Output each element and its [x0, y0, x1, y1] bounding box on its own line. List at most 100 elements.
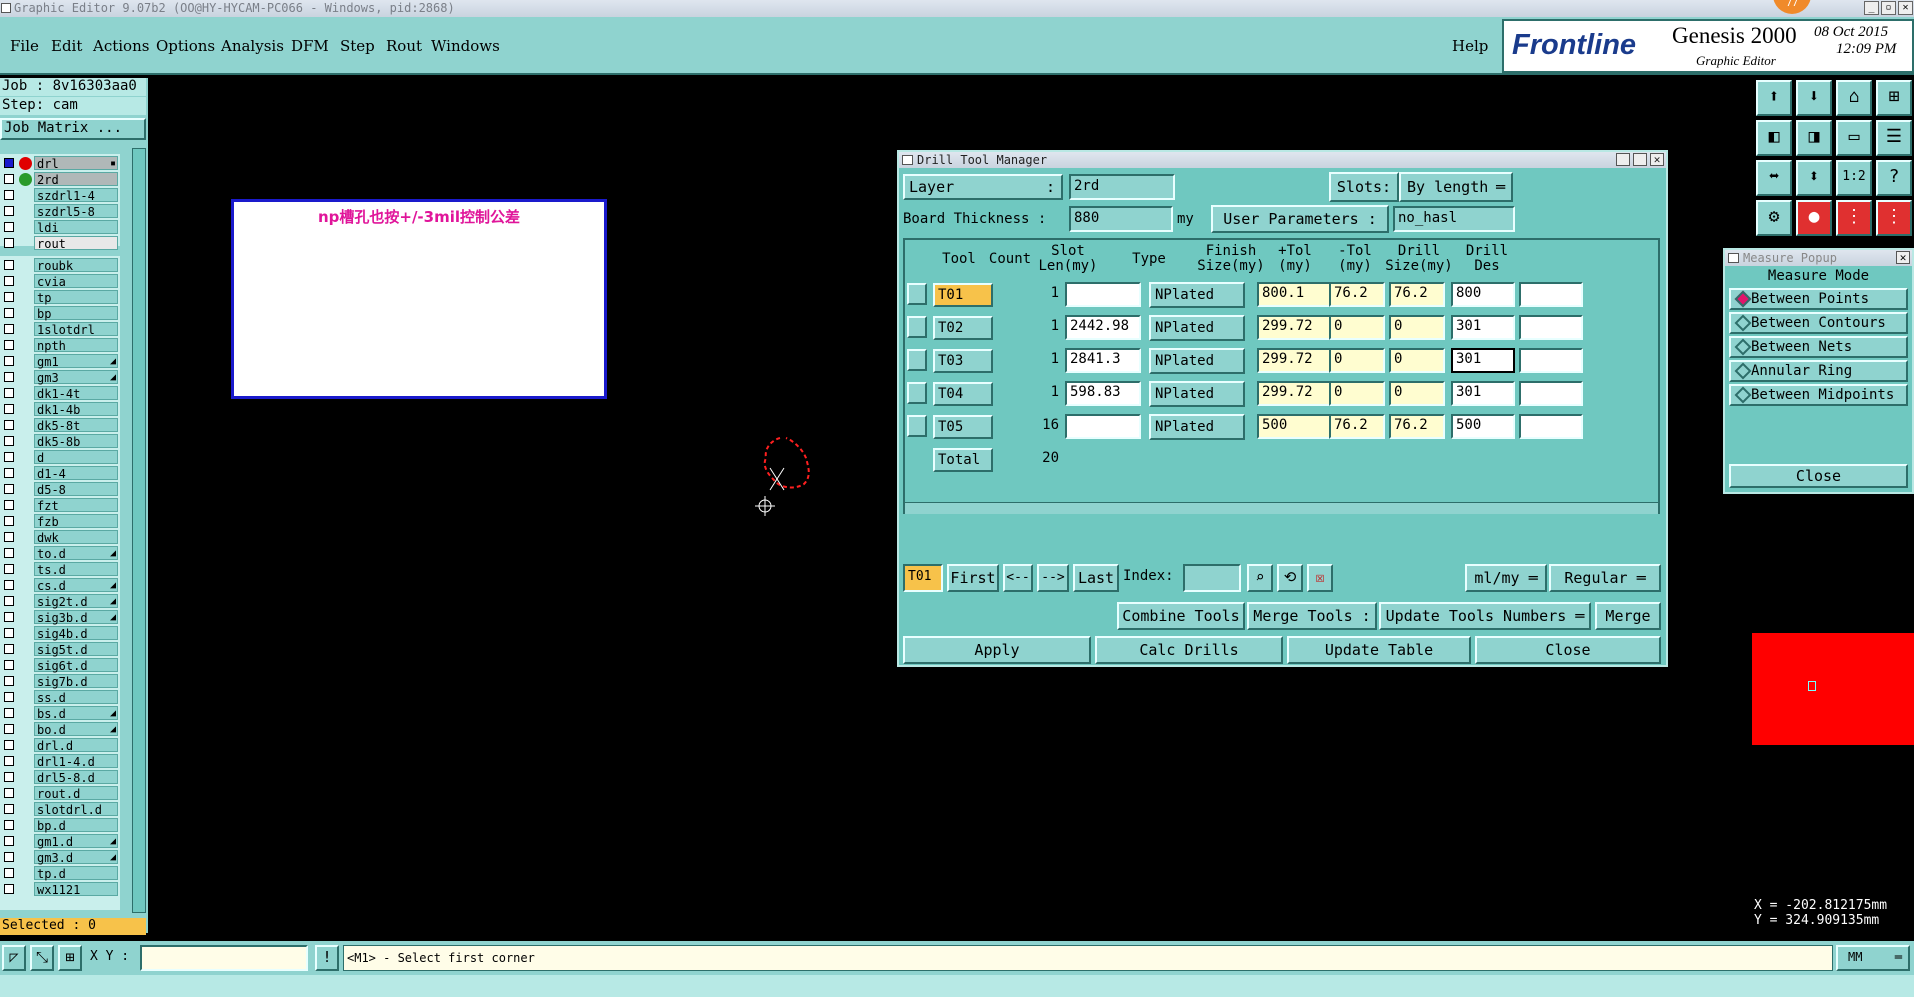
layer-row[interactable]: fzb	[2, 514, 118, 529]
menu-file[interactable]: File	[10, 37, 39, 55]
layer-row[interactable]: ts.d	[2, 562, 118, 577]
drill-des-field[interactable]	[1519, 414, 1583, 439]
minus-tol-field[interactable]: 0	[1389, 315, 1445, 340]
plus-tol-field[interactable]: 0	[1329, 315, 1385, 340]
measure-option[interactable]: Between Midpoints	[1729, 384, 1908, 406]
layer-row[interactable]: dk5-8t	[2, 418, 118, 433]
layer-row[interactable]: cs.d ◢	[2, 578, 118, 593]
menu-options[interactable]: Options	[156, 37, 215, 55]
slot-len-field[interactable]	[1065, 414, 1141, 439]
measure-close-x[interactable]: ✕	[1896, 251, 1910, 264]
layer-checkbox[interactable]	[4, 484, 14, 494]
slot-len-field[interactable]: 2841.3	[1065, 348, 1141, 373]
layer-row[interactable]: bs.d ◢	[2, 706, 118, 721]
right-align-icon[interactable]: ◨	[1796, 120, 1832, 156]
measure-close-button[interactable]: Close	[1729, 464, 1908, 488]
layer-checkbox[interactable]	[4, 868, 14, 878]
layer-row[interactable]: bp	[2, 306, 118, 321]
slot-len-field[interactable]: 2442.98	[1065, 315, 1141, 340]
minimize-button[interactable]: _	[1864, 1, 1879, 15]
plus-tol-field[interactable]: 0	[1329, 348, 1385, 373]
thickness-field[interactable]: 880	[1069, 206, 1173, 232]
finish-size-field[interactable]: 299.72	[1257, 381, 1333, 406]
drill-des-field[interactable]	[1519, 381, 1583, 406]
layer-row[interactable]: d	[2, 450, 118, 465]
prev-button[interactable]: <--	[1003, 564, 1033, 592]
layer-row[interactable]: roubk	[2, 258, 118, 273]
fit-width-icon[interactable]: ⬌	[1756, 160, 1792, 196]
menu-step[interactable]: Step	[340, 37, 375, 55]
restore-button[interactable]: ▫	[1881, 1, 1896, 15]
layer-checkbox[interactable]	[4, 708, 14, 718]
layer-checkbox[interactable]	[4, 276, 14, 286]
layer-row[interactable]: sig4b.d	[2, 626, 118, 641]
tool-cell[interactable]: T01	[933, 283, 993, 307]
tool-cell[interactable]: T02	[933, 316, 993, 340]
update-tools-numbers-dropdown[interactable]: Update Tools Numbers ═	[1379, 602, 1591, 630]
user-parameters-field[interactable]: no_hasl	[1393, 206, 1515, 232]
layer-row[interactable]: ss.d	[2, 690, 118, 705]
layer-checkbox[interactable]	[4, 884, 14, 894]
zoom-tool-icon[interactable]: ⤡	[30, 945, 54, 971]
slot-len-field[interactable]	[1065, 282, 1141, 307]
layer-checkbox[interactable]	[4, 452, 14, 462]
layer-checkbox[interactable]	[4, 692, 14, 702]
type-dropdown[interactable]: NPlated	[1149, 282, 1245, 308]
search-tool-icon[interactable]: ⌕	[1247, 564, 1273, 592]
layer-row[interactable]: tp.d	[2, 866, 118, 881]
layer-row[interactable]: szdrl1-4	[2, 188, 118, 203]
snap-icon[interactable]: ⋮	[1836, 200, 1872, 236]
layer-checkbox[interactable]	[4, 158, 14, 168]
finish-size-field[interactable]: 500	[1257, 414, 1333, 439]
table-h-scrollbar[interactable]	[905, 502, 1658, 514]
layer-checkbox[interactable]	[4, 660, 14, 670]
layer-row[interactable]: gm1 ◢	[2, 354, 118, 369]
layer-row[interactable]: ldi	[2, 220, 118, 235]
layer-checkbox[interactable]	[4, 644, 14, 654]
fit-height-icon[interactable]: ⬍	[1796, 160, 1832, 196]
export-icon[interactable]: ⬆	[1756, 80, 1792, 116]
drill-size-field[interactable]: 301	[1451, 315, 1515, 340]
apply-button[interactable]: Apply	[903, 636, 1091, 664]
layer-checkbox[interactable]	[4, 404, 14, 414]
layer-checkbox[interactable]	[4, 836, 14, 846]
layer-row[interactable]: d5-8	[2, 482, 118, 497]
layer-checkbox[interactable]	[4, 388, 14, 398]
layer-checkbox[interactable]	[4, 852, 14, 862]
plus-tol-field[interactable]: 0	[1329, 381, 1385, 406]
notification-badge[interactable]: 77	[1773, 0, 1811, 14]
slots-dropdown[interactable]: By length ═	[1399, 172, 1513, 202]
layer-checkbox[interactable]	[4, 206, 14, 216]
menu-help[interactable]: Help	[1452, 37, 1488, 55]
drill-size-field[interactable]: 500	[1451, 414, 1515, 439]
record-icon[interactable]: ●	[1796, 200, 1832, 236]
tool-cell[interactable]: T05	[933, 415, 993, 439]
layer-checkbox[interactable]	[4, 548, 14, 558]
layer-checkbox[interactable]	[4, 260, 14, 270]
layer-row[interactable]: sig5t.d	[2, 642, 118, 657]
layer-row[interactable]: 2rd	[2, 172, 118, 187]
drill-size-field[interactable]: 800	[1451, 282, 1515, 307]
units-select[interactable]: MM ═	[1836, 945, 1910, 971]
job-matrix-button[interactable]: Job Matrix ...	[0, 118, 146, 140]
units-dropdown[interactable]: ml/my ═	[1465, 564, 1547, 592]
minus-tol-field[interactable]: 0	[1389, 381, 1445, 406]
index-field[interactable]	[1183, 564, 1241, 592]
layer-checkbox[interactable]	[4, 420, 14, 430]
expand-icon[interactable]	[907, 283, 927, 305]
layer-row[interactable]: drl5-8.d	[2, 770, 118, 785]
calc-drills-button[interactable]: Calc Drills	[1095, 636, 1283, 664]
layer-checkbox[interactable]	[4, 292, 14, 302]
layer-row[interactable]: dk1-4t	[2, 386, 118, 401]
drill-size-field[interactable]: 301	[1451, 348, 1515, 373]
drill-dialog-max[interactable]	[1633, 153, 1647, 166]
plus-tol-field[interactable]: 76.2	[1329, 414, 1385, 439]
layer-row[interactable]: wx1121	[2, 882, 118, 897]
layer-row[interactable]: slotdrl.d	[2, 802, 118, 817]
finish-size-field[interactable]: 299.72	[1257, 348, 1333, 373]
layer-row[interactable]: 1slotdrl	[2, 322, 118, 337]
layer-checkbox[interactable]	[4, 190, 14, 200]
menu-analysis[interactable]: Analysis	[221, 37, 284, 55]
help-icon[interactable]: ?	[1876, 160, 1912, 196]
layer-row[interactable]: drl1-4.d	[2, 754, 118, 769]
